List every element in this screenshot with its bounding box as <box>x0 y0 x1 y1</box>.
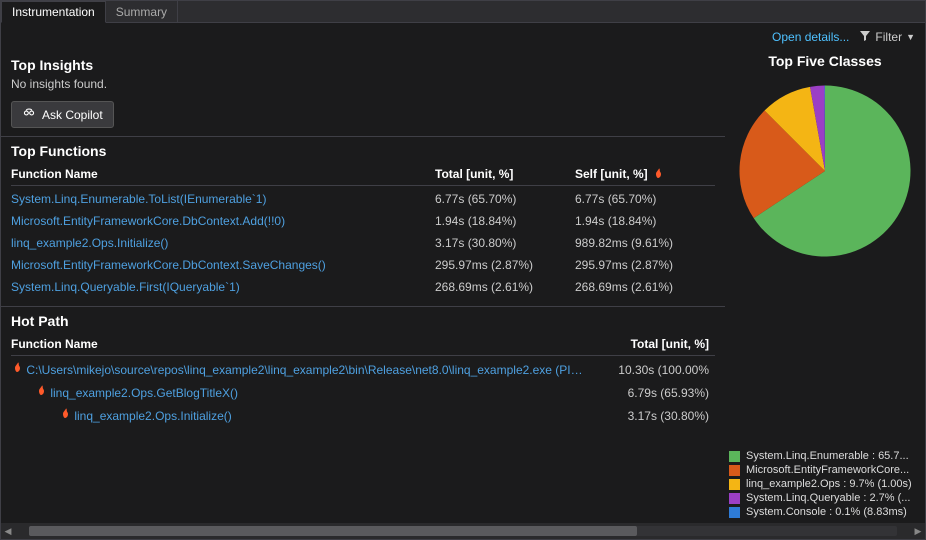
legend-item[interactable]: linq_example2.Ops : 9.7% (1.00s) <box>729 477 921 491</box>
hotpath-total: 10.30s (100.00% <box>585 363 715 377</box>
flame-icon <box>652 168 664 180</box>
legend-item[interactable]: System.Console : 0.1% (8.83ms) <box>729 505 921 519</box>
total-cell: 268.69ms (2.61%) <box>435 280 575 294</box>
legend-item[interactable]: System.Linq.Enumerable : 65.7... <box>729 449 921 463</box>
legend-label: System.Linq.Queryable : 2.7% (... <box>746 492 910 504</box>
self-cell: 989.82ms (9.61%) <box>575 236 715 250</box>
hotpath-row: linq_example2.Ops.GetBlogTitleX()6.79s (… <box>11 381 715 404</box>
top-insights-section: Top Insights No insights found. Ask Copi… <box>1 51 725 136</box>
table-row: Microsoft.EntityFrameworkCore.DbContext.… <box>11 210 715 232</box>
function-link[interactable]: linq_example2.Ops.Initialize() <box>11 236 435 250</box>
hot-path-title: Hot Path <box>11 313 715 329</box>
pie-chart <box>735 81 915 261</box>
function-link[interactable]: System.Linq.Queryable.First(IQueryable`1… <box>11 280 435 294</box>
col-header-total[interactable]: Total [unit, %] <box>435 167 575 181</box>
tabs-bar: Instrumentation Summary <box>1 1 925 23</box>
total-cell: 295.97ms (2.87%) <box>435 258 575 272</box>
hotpath-col-total[interactable]: Total [unit, %] <box>585 337 715 351</box>
table-row: linq_example2.Ops.Initialize()3.17s (30.… <box>11 232 715 254</box>
legend-label: System.Console : 0.1% (8.83ms) <box>746 506 907 518</box>
hotpath-function-link[interactable]: linq_example2.Ops.GetBlogTitleX() <box>11 385 585 400</box>
hotpath-row: linq_example2.Ops.Initialize()3.17s (30.… <box>11 404 715 427</box>
filter-icon <box>859 30 871 45</box>
top-classes-panel: Top Five Classes System.Linq.Enumerable … <box>725 51 925 523</box>
function-link[interactable]: System.Linq.Enumerable.ToList(IEnumerabl… <box>11 192 435 206</box>
self-cell: 6.77s (65.70%) <box>575 192 715 206</box>
top-functions-title: Top Functions <box>11 143 715 159</box>
chart-title: Top Five Classes <box>768 53 881 69</box>
legend-item[interactable]: System.Linq.Queryable : 2.7% (... <box>729 491 921 505</box>
tab-summary[interactable]: Summary <box>106 1 178 22</box>
col-header-name[interactable]: Function Name <box>11 167 435 181</box>
chevron-down-icon: ▼ <box>906 32 915 42</box>
flame-icon <box>59 408 71 420</box>
self-cell: 1.94s (18.84%) <box>575 214 715 228</box>
copilot-icon <box>22 106 36 123</box>
hotpath-function-link[interactable]: linq_example2.Ops.Initialize() <box>11 408 585 423</box>
copilot-label: Ask Copilot <box>42 108 103 122</box>
table-row: System.Linq.Queryable.First(IQueryable`1… <box>11 276 715 298</box>
total-cell: 3.17s (30.80%) <box>435 236 575 250</box>
self-cell: 268.69ms (2.61%) <box>575 280 715 294</box>
hotpath-col-name[interactable]: Function Name <box>11 337 585 351</box>
filter-button[interactable]: Filter ▼ <box>859 30 915 45</box>
hot-path-section: Hot Path Function Name Total [unit, %] C… <box>1 307 725 435</box>
total-cell: 1.94s (18.84%) <box>435 214 575 228</box>
scroll-right-button[interactable]: ▶ <box>911 523 925 539</box>
legend-swatch <box>729 465 740 476</box>
self-cell: 295.97ms (2.87%) <box>575 258 715 272</box>
chart-legend: System.Linq.Enumerable : 65.7... Microsof… <box>729 449 921 519</box>
toolbar: Open details... Filter ▼ <box>1 23 925 51</box>
function-link[interactable]: Microsoft.EntityFrameworkCore.DbContext.… <box>11 214 435 228</box>
hotpath-total: 3.17s (30.80%) <box>585 409 715 423</box>
legend-swatch <box>729 479 740 490</box>
legend-item[interactable]: Microsoft.EntityFrameworkCore... <box>729 463 921 477</box>
hotpath-total: 6.79s (65.93%) <box>585 386 715 400</box>
table-row: Microsoft.EntityFrameworkCore.DbContext.… <box>11 254 715 276</box>
scroll-left-button[interactable]: ◀ <box>1 523 15 539</box>
flame-icon <box>11 362 23 374</box>
hotpath-row: C:\Users\mikejo\source\repos\linq_exampl… <box>11 358 715 381</box>
flame-icon <box>35 385 47 397</box>
ask-copilot-button[interactable]: Ask Copilot <box>11 101 114 128</box>
tab-instrumentation[interactable]: Instrumentation <box>1 1 106 23</box>
legend-swatch <box>729 493 740 504</box>
open-details-link[interactable]: Open details... <box>772 30 849 44</box>
scroll-thumb[interactable] <box>29 526 637 536</box>
table-row: System.Linq.Enumerable.ToList(IEnumerabl… <box>11 188 715 210</box>
top-insights-title: Top Insights <box>11 57 715 73</box>
filter-label: Filter <box>875 30 902 44</box>
horizontal-scrollbar[interactable]: ◀ ▶ <box>1 523 925 539</box>
col-header-self[interactable]: Self [unit, %] <box>575 167 715 181</box>
legend-label: linq_example2.Ops : 9.7% (1.00s) <box>746 478 912 490</box>
legend-swatch <box>729 507 740 518</box>
legend-label: System.Linq.Enumerable : 65.7... <box>746 450 909 462</box>
scroll-track[interactable] <box>29 526 897 536</box>
function-link[interactable]: Microsoft.EntityFrameworkCore.DbContext.… <box>11 258 435 272</box>
legend-label: Microsoft.EntityFrameworkCore... <box>746 464 909 476</box>
hotpath-function-link[interactable]: C:\Users\mikejo\source\repos\linq_exampl… <box>11 362 585 377</box>
top-functions-section: Top Functions Function Name Total [unit,… <box>1 137 725 306</box>
legend-swatch <box>729 451 740 462</box>
insights-text: No insights found. <box>11 77 715 91</box>
total-cell: 6.77s (65.70%) <box>435 192 575 206</box>
